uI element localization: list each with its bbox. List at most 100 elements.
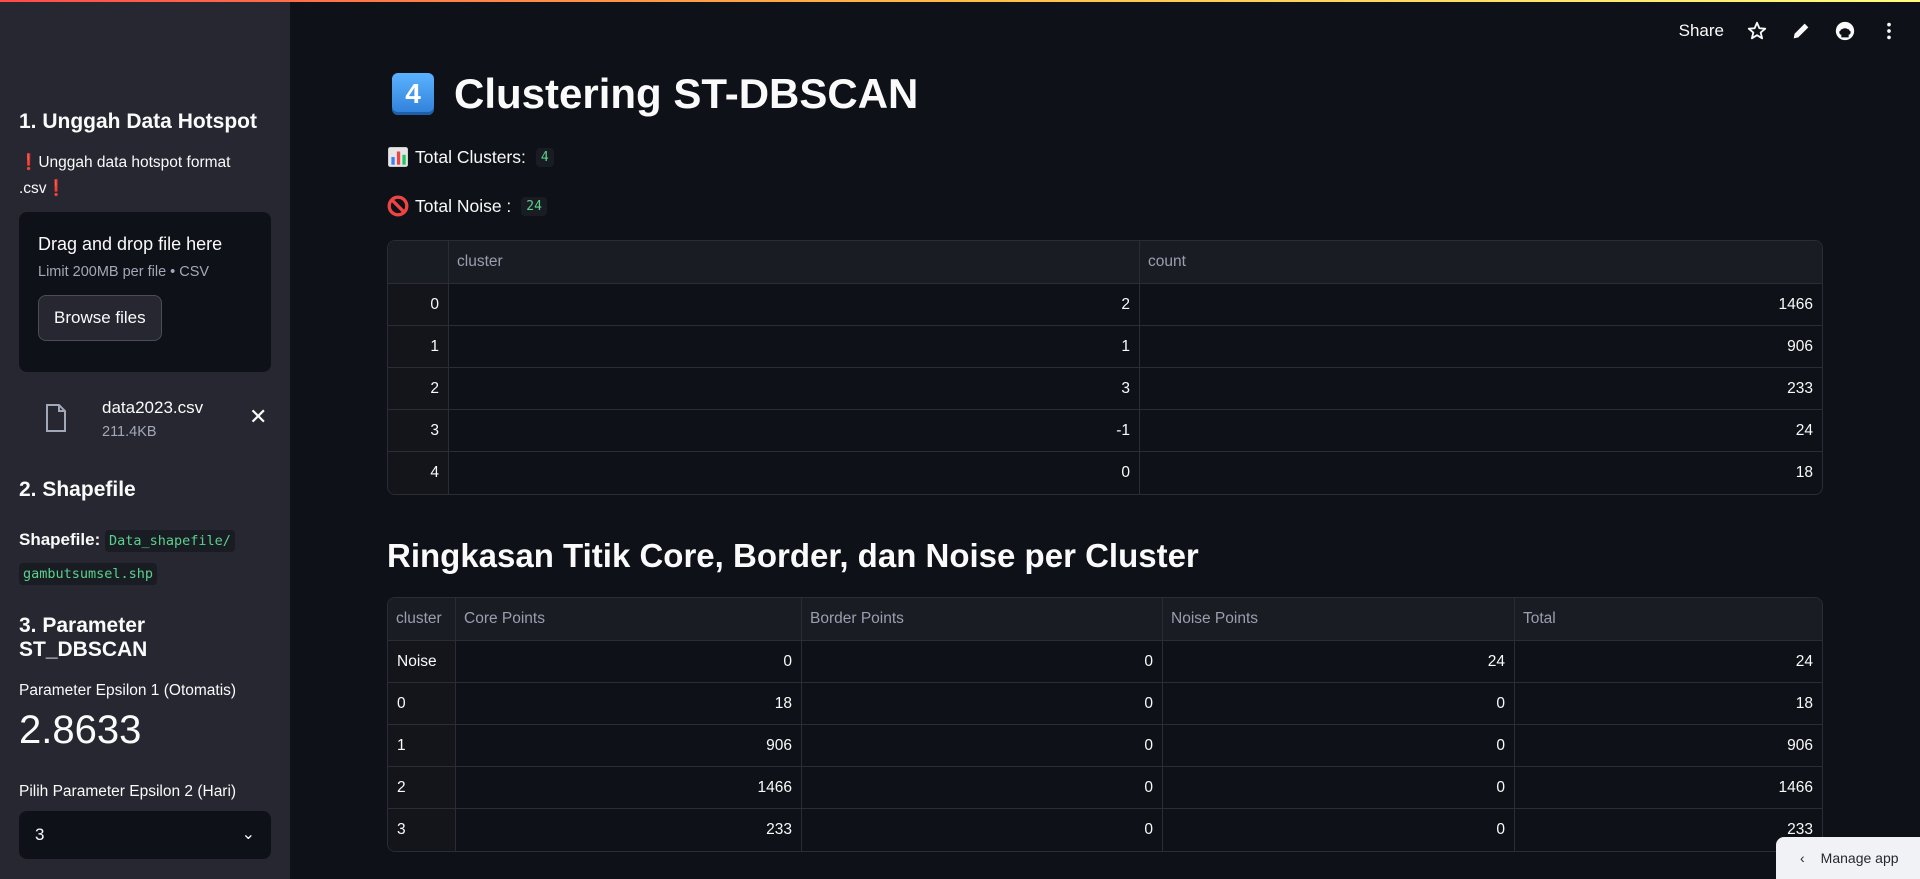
border-points-cell[interactable]: 0 <box>802 683 1163 725</box>
index-column-header <box>388 241 449 284</box>
exclamation-icon: ❗ <box>19 154 39 171</box>
drag-drop-text: Drag and drop file here <box>38 234 223 254</box>
page-title-text: Clustering ST-DBSCAN <box>454 70 919 117</box>
core-points-cell[interactable]: 906 <box>456 725 802 767</box>
core-points-cell[interactable]: 0 <box>456 641 802 683</box>
uploaded-file: data2023.csv 211.4KB ✕ <box>19 384 271 464</box>
border-points-cell[interactable]: 0 <box>802 725 1163 767</box>
noise-points-cell[interactable]: 0 <box>1163 767 1515 809</box>
core-points-cell[interactable]: 233 <box>456 809 802 851</box>
edit-pencil-icon[interactable] <box>1790 20 1812 42</box>
upload-limit-text: Limit 200MB per file • CSV <box>38 264 210 280</box>
total-clusters: Total Clusters: 4 <box>387 146 554 168</box>
share-button[interactable]: Share <box>1679 21 1724 41</box>
row-index: 4 <box>388 452 449 494</box>
total-cell[interactable]: 18 <box>1515 683 1822 725</box>
section-title-upload: 1. Unggah Data Hotspot <box>19 110 258 133</box>
cluster-label-cell: 0 <box>388 683 456 725</box>
column-header[interactable]: cluster <box>449 241 1140 284</box>
column-header[interactable]: count <box>1140 241 1822 284</box>
column-header[interactable]: cluster <box>388 598 456 641</box>
cluster-cell[interactable]: 2 <box>449 284 1140 326</box>
noise-points-cell[interactable]: 0 <box>1163 809 1515 851</box>
row-index: 0 <box>388 284 449 326</box>
noise-points-cell[interactable]: 0 <box>1163 725 1515 767</box>
count-cell[interactable]: 1466 <box>1140 284 1822 326</box>
section-title-parameters: 3. Parameter ST_DBSCAN <box>19 614 148 661</box>
table-row: 3 233 0 0 233 <box>388 809 1822 851</box>
table-row: 0 18 0 0 18 <box>388 683 1822 725</box>
column-header[interactable]: Border Points <box>802 598 1163 641</box>
table-header-row: cluster Core Points Border Points Noise … <box>388 598 1822 641</box>
count-cell[interactable]: 24 <box>1140 410 1822 452</box>
cluster-cell[interactable]: 3 <box>449 368 1140 410</box>
core-points-cell[interactable]: 1466 <box>456 767 802 809</box>
shapefile-path-part2: gambutsumsel.shp <box>19 563 158 585</box>
sidebar: 1. Unggah Data Hotspot ❗Unggah data hots… <box>0 0 290 879</box>
table-row: 1 1 906 <box>388 326 1822 368</box>
remove-file-close-icon[interactable]: ✕ <box>249 404 267 430</box>
cluster-cell[interactable]: 1 <box>449 326 1140 368</box>
border-points-cell[interactable]: 0 <box>802 641 1163 683</box>
exclamation-icon: ❗ <box>46 180 66 197</box>
bar-chart-icon <box>388 147 408 167</box>
cluster-count-table[interactable]: cluster count 0 2 1466 1 1 906 2 3 233 3 <box>387 240 1823 495</box>
file-name: data2023.csv <box>102 398 204 417</box>
cluster-cell[interactable]: 0 <box>449 452 1140 494</box>
header-decoration <box>0 0 1920 2</box>
cluster-label-cell: 3 <box>388 809 456 851</box>
table-row: 2 3 233 <box>388 368 1822 410</box>
row-index: 2 <box>388 368 449 410</box>
table-row: 3 -1 24 <box>388 410 1822 452</box>
table-row: 4 0 18 <box>388 452 1822 494</box>
shapefile-path-part1: Data_shapefile/ <box>104 530 235 552</box>
core-points-cell[interactable]: 18 <box>456 683 802 725</box>
cluster-cell[interactable]: -1 <box>449 410 1140 452</box>
total-clusters-label: Total Clusters: <box>415 146 526 167</box>
manage-app-label: Manage app <box>1820 850 1899 866</box>
column-header[interactable]: Noise Points <box>1163 598 1515 641</box>
file-size: 211.4KB <box>102 424 157 440</box>
row-index: 3 <box>388 410 449 452</box>
total-cell[interactable]: 906 <box>1515 725 1822 767</box>
epsilon2-select[interactable]: 3 ⌄ <box>19 811 271 859</box>
prohibited-icon <box>387 195 409 217</box>
summary-section-title: Ringkasan Titik Core, Border, dan Noise … <box>387 537 1199 574</box>
total-cell[interactable]: 24 <box>1515 641 1822 683</box>
count-cell[interactable]: 233 <box>1140 368 1822 410</box>
cluster-label-cell: 2 <box>388 767 456 809</box>
count-cell[interactable]: 906 <box>1140 326 1822 368</box>
epsilon2-selected-value: 3 <box>35 825 45 844</box>
github-icon[interactable] <box>1834 20 1856 42</box>
border-points-cell[interactable]: 0 <box>802 809 1163 851</box>
noise-points-cell[interactable]: 0 <box>1163 683 1515 725</box>
more-vertical-icon[interactable] <box>1878 20 1900 42</box>
table-row: 2 1466 0 0 1466 <box>388 767 1822 809</box>
count-cell[interactable]: 18 <box>1140 452 1822 494</box>
column-header[interactable]: Total <box>1515 598 1822 641</box>
browse-files-button[interactable]: Browse files <box>38 295 162 341</box>
cluster-label-cell: Noise <box>388 641 456 683</box>
epsilon1-label: Parameter Epsilon 1 (Otomatis) <box>19 682 237 699</box>
total-clusters-value: 4 <box>535 147 554 167</box>
chevron-left-icon: ‹ <box>1800 850 1805 866</box>
manage-app-button[interactable]: ‹ Manage app <box>1776 837 1920 879</box>
table-header-row: cluster count <box>388 241 1822 284</box>
keycap-four-icon: 4 <box>392 73 434 115</box>
row-index: 1 <box>388 326 449 368</box>
file-uploader-dropzone[interactable]: Drag and drop file here Limit 200MB per … <box>19 212 271 372</box>
chevron-down-icon: ⌄ <box>241 826 255 843</box>
column-header[interactable]: Core Points <box>456 598 802 641</box>
border-points-cell[interactable]: 0 <box>802 767 1163 809</box>
table-row: Noise 0 0 24 24 <box>388 641 1822 683</box>
table-row: 1 906 0 0 906 <box>388 725 1822 767</box>
total-cell[interactable]: 1466 <box>1515 767 1822 809</box>
epsilon2-label: Pilih Parameter Epsilon 2 (Hari) <box>19 783 237 800</box>
page-title: 4 Clustering ST-DBSCAN <box>392 70 918 118</box>
shapefile-label: Shapefile: <box>19 530 101 549</box>
star-icon[interactable] <box>1746 20 1768 42</box>
noise-points-cell[interactable]: 24 <box>1163 641 1515 683</box>
epsilon1-value: 2.8633 <box>19 708 142 752</box>
summary-table[interactable]: cluster Core Points Border Points Noise … <box>387 597 1823 852</box>
file-icon <box>46 404 66 432</box>
